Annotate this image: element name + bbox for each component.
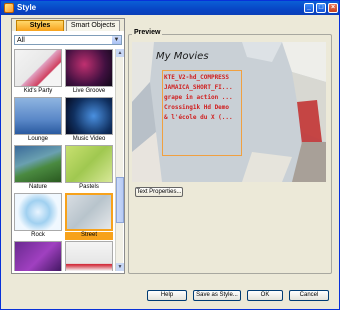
cancel-button[interactable]: Cancel [289,290,329,301]
style-item-nature[interactable]: Nature [14,145,62,191]
style-thumbnail-list: Kid's Party Live Groove Lounge Music Vid… [14,49,114,271]
thumbnail-image [65,145,113,183]
style-item-10[interactable] [65,241,113,271]
close-button[interactable]: × [328,3,338,13]
style-item-label: Nature [28,184,47,190]
style-window: Style _ □ × Styles Smart Objects All ▼ K… [0,0,340,310]
styles-panel: Styles Smart Objects All ▼ Kid's Party L… [11,18,125,274]
tab-styles[interactable]: Styles [16,20,64,31]
preview-canvas: My Movies KTE_V2-hd_COMPRESS JAMAICA_SHO… [132,42,326,182]
filter-dropdown[interactable]: All ▼ [14,35,122,45]
style-item-9[interactable] [14,241,62,271]
style-item-label: Lounge [27,136,49,142]
tab-strip: Styles Smart Objects [12,19,124,31]
thumbnail-image [14,145,62,183]
style-item-music-video[interactable]: Music Video [65,97,113,143]
thumbnail-image [65,49,113,87]
style-item-label: Street [65,232,113,240]
style-item-label: Music Video [72,136,106,142]
style-item-label: Pastels [79,184,99,190]
style-item-live-groove[interactable]: Live Groove [65,49,113,95]
scroll-up-icon[interactable]: ▲ [116,49,124,57]
preview-line: Crossing1k Hd Demo [164,104,230,111]
thumbnail-image [65,241,113,271]
save-as-style-button[interactable]: Save as Style... [193,290,241,301]
style-item-label: Live Groove [72,88,106,94]
ok-button[interactable]: OK [247,290,283,301]
preview-title: My Movies [156,51,209,62]
scroll-down-icon[interactable]: ▼ [116,263,124,271]
style-item-label: Rock [31,232,45,238]
chevron-down-icon[interactable]: ▼ [112,36,121,44]
style-item-lounge[interactable]: Lounge [14,97,62,143]
style-item-rock[interactable]: Rock [14,193,62,239]
minimize-button[interactable]: _ [304,3,314,13]
scroll-thumb[interactable] [116,177,124,223]
preview-line: grape in action ... [164,94,233,101]
thumbnail-image [14,49,62,87]
app-icon [4,3,14,13]
thumbnail-image [14,193,62,231]
tab-smart-objects[interactable]: Smart Objects [66,20,120,31]
style-item-label: Kid's Party [23,88,53,94]
maximize-button[interactable]: □ [316,3,326,13]
window-title: Style [17,3,37,12]
thumbnail-image [65,193,113,231]
preview-label: Preview [132,29,163,36]
style-item-street[interactable]: Street [65,193,113,240]
preview-line: & l'école du X (... [164,114,233,121]
preview-line: KTE_V2-hd_COMPRESS [164,74,230,81]
title-bar[interactable]: Style _ □ × [1,1,339,15]
thumbnail-image [14,241,62,271]
thumbnail-image [14,97,62,135]
text-properties-button[interactable]: Text Properties... [135,187,183,197]
help-button[interactable]: Help [147,290,187,301]
style-item-pastels[interactable]: Pastels [65,145,113,191]
thumbnail-image [65,97,113,135]
style-item-kids-party[interactable]: Kid's Party [14,49,62,95]
preview-line: JAMAICA_SHORT_FI... [164,84,233,91]
filter-value: All [17,37,25,44]
thumbnail-scrollbar[interactable]: ▲ ▼ [115,49,124,271]
text-placeholder-box[interactable] [162,70,242,156]
